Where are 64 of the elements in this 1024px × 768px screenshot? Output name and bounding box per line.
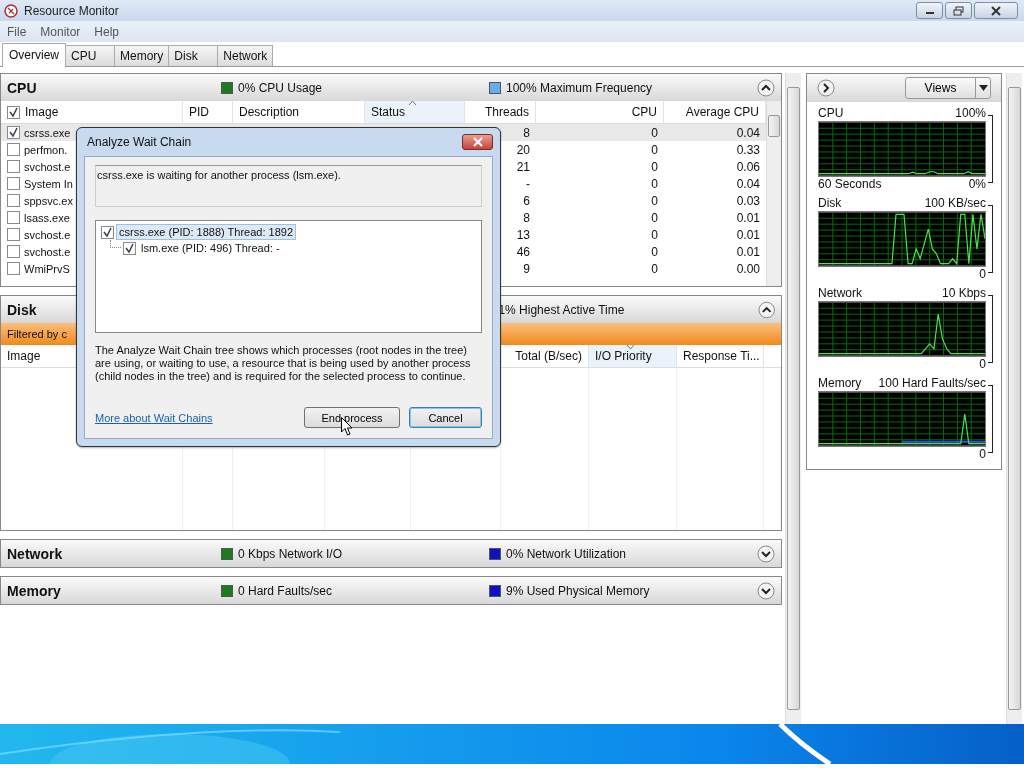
table-cell: 8 xyxy=(523,125,530,140)
table-cell: 0 xyxy=(651,244,658,259)
table-cell: 0.01 xyxy=(736,227,760,242)
table-cell: WmiPrvS xyxy=(24,262,70,275)
table-cell: 0.00 xyxy=(736,261,760,276)
message-box: csrss.exe is waiting for another process (lsm.exe). xyxy=(95,165,482,207)
filter-text: Filtered by c xyxy=(7,328,67,340)
table-cell: 0 xyxy=(651,210,658,225)
table-cell: svchost.e xyxy=(24,228,71,241)
graph-title: Memory xyxy=(818,376,862,391)
table-cell: 21 xyxy=(516,159,530,174)
table-cell: lsass.exe xyxy=(24,211,70,224)
table-cell: 9 xyxy=(523,261,530,276)
section-title: Disk xyxy=(7,301,38,318)
table-cell: svchost.e xyxy=(24,160,71,173)
table-cell: 0.01 xyxy=(736,210,760,225)
table-cell: 20 xyxy=(516,142,530,157)
metric-text: 0 Kbps Network I/O xyxy=(238,546,343,561)
graph-time-span: 60 Seconds xyxy=(818,177,882,192)
table-cell: sppsvc.ex xyxy=(24,194,73,207)
table-cell: 13 xyxy=(516,227,530,242)
graph-scale: 0 xyxy=(979,357,986,372)
table-cell: 8 xyxy=(523,210,530,225)
graph-scale: 0 xyxy=(979,447,986,462)
table-cell: 0.01 xyxy=(736,244,760,259)
window-title: Resource Monitor xyxy=(24,3,119,18)
table-cell: csrss.exe xyxy=(24,126,71,139)
description-text: The Analyze Wait Chain tree shows which processes (root nodes in the tree) are using, or waiting to use, a resource that is being used by another process (child nodes in the tree) and is required for the selected process to continue. xyxy=(95,344,472,383)
table-cell: 0.06 xyxy=(736,159,760,174)
table-cell: perfmon. xyxy=(24,143,68,156)
table-cell: 0 xyxy=(651,176,658,191)
table-cell: 0.03 xyxy=(736,193,760,208)
table-cell: 0 xyxy=(651,193,658,208)
dialog-title: Analyze Wait Chain xyxy=(87,135,192,149)
graph-title: Disk xyxy=(818,196,842,211)
metric-text: 100% Maximum Frequency xyxy=(506,80,653,95)
graph-scale: 0 xyxy=(979,267,986,282)
table-cell: 0 xyxy=(651,261,658,276)
graph-scale: 100% xyxy=(955,106,986,121)
graph-scale: 10 Kbps xyxy=(941,286,986,301)
section-title: Network xyxy=(7,545,64,562)
graph-scale: 0% xyxy=(968,177,986,192)
graph-scale: 100 Hard Faults/sec xyxy=(878,376,986,391)
section-title: CPU xyxy=(7,79,38,96)
table-cell: 0.04 xyxy=(736,176,760,191)
table-cell: 0.33 xyxy=(736,142,760,157)
table-cell: 6 xyxy=(523,193,530,208)
section-title: Memory xyxy=(7,582,62,599)
metric-text: 9% Used Physical Memory xyxy=(506,583,650,598)
table-cell: svchost.e xyxy=(24,245,71,258)
table-cell: 46 xyxy=(516,244,530,259)
table-cell: 0.04 xyxy=(736,125,760,140)
graph-title: CPU xyxy=(818,106,844,121)
graph-scale: 100 KB/sec xyxy=(924,196,986,211)
table-cell: 0 xyxy=(651,125,658,140)
table-cell: System In xyxy=(24,177,73,190)
metric-text: 0% CPU Usage xyxy=(238,80,323,95)
metric-text: 0 Hard Faults/sec xyxy=(238,583,333,598)
table-cell: - xyxy=(526,176,530,191)
table-cell: 0 xyxy=(651,159,658,174)
table-cell: 0 xyxy=(651,142,658,157)
graph-title: Network xyxy=(818,286,862,301)
table-cell: 0 xyxy=(651,227,658,242)
metric-text: 0% Network Utilization xyxy=(506,546,627,561)
